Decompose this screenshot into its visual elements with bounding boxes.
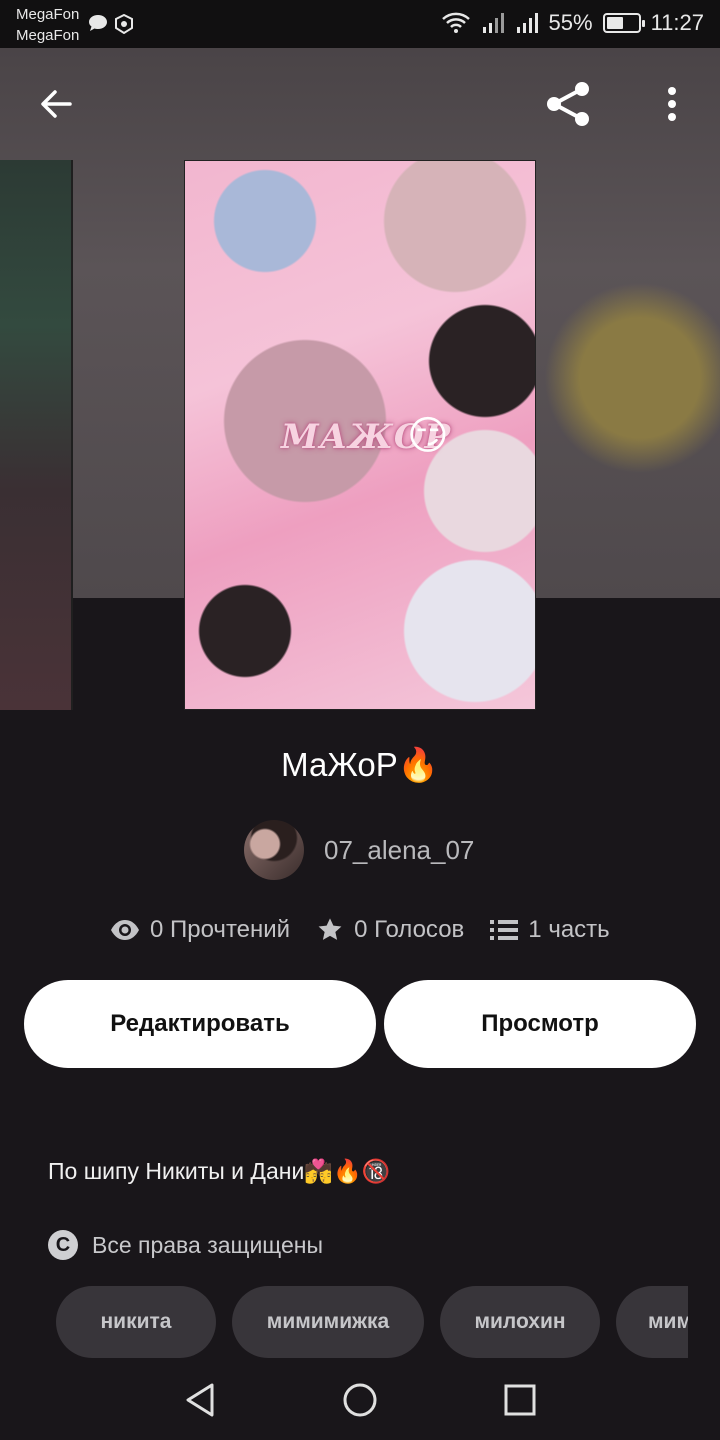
notification-icons: [88, 14, 134, 34]
tag-chip[interactable]: мимимижка: [232, 1286, 424, 1358]
votes-count: 0 Голосов: [354, 916, 465, 943]
wifi-icon: [441, 12, 470, 33]
author-row[interactable]: 07_alena_07: [244, 820, 474, 880]
story-description: По шипу Никиты и Дани💏🔥🔞: [48, 1158, 391, 1184]
signal-icon-2: [516, 13, 538, 33]
list-icon: [490, 920, 519, 940]
story-cover[interactable]: МАЖОР 😏: [184, 160, 536, 710]
more-options-button[interactable]: [650, 78, 694, 130]
story-title: МаЖоР🔥: [281, 746, 439, 783]
battery-icon: [602, 13, 645, 33]
triangle-back-icon: [186, 1383, 214, 1417]
square-recents-icon: [504, 1384, 536, 1416]
back-button[interactable]: [28, 78, 84, 130]
battery-percent: 55%: [548, 10, 593, 35]
clock: 11:27: [650, 10, 704, 35]
carrier-info: MegaFon MegaFon: [16, 4, 79, 46]
copyright-row: C Все права защищены: [48, 1230, 323, 1260]
signal-icon-1: [482, 13, 504, 33]
star-icon: [318, 918, 342, 940]
eye-icon: [111, 920, 139, 940]
copyright-icon: C: [48, 1230, 78, 1260]
previous-cover[interactable]: [0, 160, 73, 710]
battery-level: [606, 17, 624, 29]
tag-chip[interactable]: мим: [616, 1286, 688, 1358]
avatar[interactable]: [244, 820, 304, 880]
reads-count: 0 Прочтений: [150, 916, 291, 943]
share-button[interactable]: [536, 74, 600, 134]
reads-stat: 0 Прочтений: [110, 916, 290, 944]
cover-emoji: 😏: [407, 414, 449, 458]
more-vertical-icon: [668, 87, 676, 121]
story-stats: 0 Прочтений 0 Голосов 1 часть: [110, 916, 610, 944]
nav-back-button[interactable]: [178, 1378, 222, 1422]
chat-bubble-icon: [89, 15, 107, 31]
nav-recents-button[interactable]: [498, 1378, 542, 1422]
copyright-text: Все права защищены: [92, 1231, 323, 1258]
parts-count: 1 часть: [528, 916, 610, 943]
carrier-line-2: MegaFon: [16, 27, 80, 44]
preview-button[interactable]: Просмотр: [384, 980, 696, 1068]
author-name[interactable]: 07_alena_07: [324, 835, 474, 866]
tag-chip[interactable]: милохин: [440, 1286, 600, 1358]
vpn-shield-icon: [115, 14, 133, 34]
system-nav-bar: [0, 1358, 720, 1440]
status-right: 55% 11:27: [441, 10, 704, 36]
votes-stat: 0 Голосов: [316, 916, 464, 944]
edit-button[interactable]: Редактировать: [24, 980, 376, 1068]
nav-home-button[interactable]: [338, 1378, 382, 1422]
status-bar: MegaFon MegaFon 55% 11:27: [0, 0, 720, 48]
tag-chip[interactable]: никита: [56, 1286, 216, 1358]
share-icon: [547, 82, 589, 126]
arrow-left-icon: [41, 90, 72, 118]
circle-home-icon: [343, 1383, 377, 1417]
action-buttons: Редактировать Просмотр: [24, 980, 696, 1068]
carrier-line-1: MegaFon: [16, 6, 80, 23]
parts-stat: 1 часть: [490, 916, 610, 944]
tag-list: никита мимимижка милохин мим: [56, 1286, 688, 1358]
